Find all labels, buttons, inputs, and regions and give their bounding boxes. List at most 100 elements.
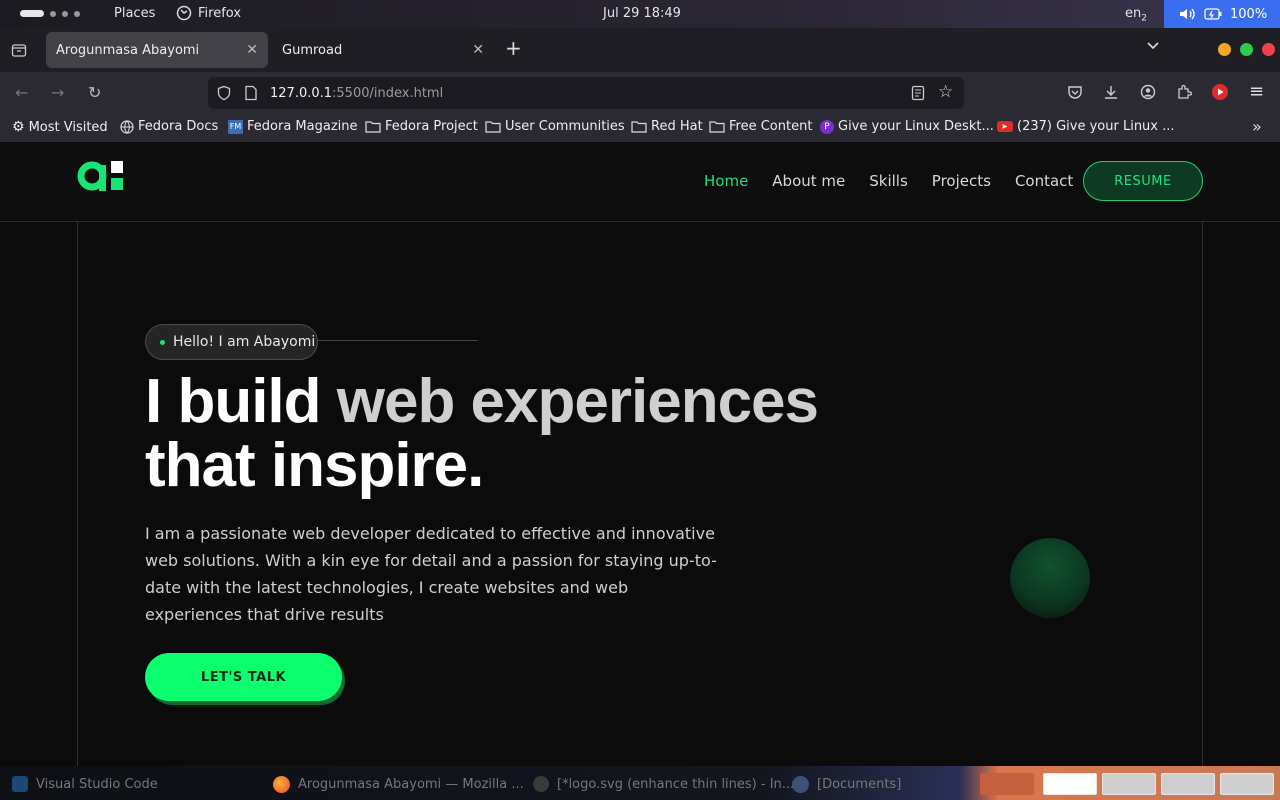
url-path: :5500/index.html (332, 85, 444, 101)
account-icon[interactable] (1140, 84, 1156, 100)
bookmark-free-content[interactable]: Free Content (709, 119, 812, 134)
folder-icon (365, 121, 381, 133)
taskbar-label: [Documents] (817, 777, 902, 792)
system-status-menu[interactable]: 100% (1164, 0, 1280, 28)
close-tab-icon[interactable]: ✕ (246, 42, 258, 58)
right-frame-line (1202, 222, 1203, 766)
folder-icon (485, 121, 501, 133)
bookmark-star-icon[interactable]: ☆ (938, 82, 953, 102)
resume-button[interactable]: RESUME (1083, 161, 1203, 201)
firefox-icon (273, 776, 290, 793)
folder-icon (631, 121, 647, 133)
bookmark-linux-desktop[interactable]: P Give your Linux Deskt... (820, 119, 994, 134)
workspace-dot (50, 10, 56, 17)
lets-talk-button[interactable]: LET'S TALK (145, 653, 342, 701)
site-logo[interactable] (77, 160, 125, 192)
back-icon[interactable]: ← (15, 83, 28, 102)
fm-icon: FM (228, 119, 243, 134)
left-frame-line (77, 222, 78, 766)
youtube-icon: ▶ (997, 121, 1013, 132)
activities-button[interactable] (20, 10, 80, 17)
close-tab-icon[interactable]: ✕ (472, 42, 484, 58)
decorative-green-orb (1010, 538, 1090, 618)
taskbar-item-inkscape[interactable]: [*logo.svg (enhance thin lines) - In... (533, 776, 794, 792)
battery-percent: 100% (1230, 6, 1268, 22)
tab-title: Arogunmasa Abayomi (56, 42, 200, 58)
navigation-toolbar: ← → ↻ 127.0.0.1:5500/index.html ☆ ≡ (0, 72, 1280, 114)
extensions-icon[interactable] (1176, 84, 1192, 100)
bookmark-label: Fedora Docs (138, 119, 219, 134)
workspace-3[interactable] (1102, 773, 1156, 795)
url-bar[interactable]: 127.0.0.1:5500/index.html ☆ (208, 77, 964, 109)
taskbar-label: [*logo.svg (enhance thin lines) - In... (557, 776, 795, 792)
workspace-1[interactable] (980, 773, 1034, 795)
workspace-dot (62, 10, 68, 17)
minimize-button[interactable] (1218, 43, 1231, 56)
taskbar-item-documents[interactable]: [Documents] (792, 776, 901, 793)
clock[interactable]: Jul 29 18:49 (603, 6, 681, 21)
vscode-icon (12, 776, 28, 792)
youtube-extension-icon[interactable] (1211, 83, 1229, 101)
hamburger-menu-icon[interactable]: ≡ (1249, 81, 1264, 102)
bookmark-most-visited[interactable]: ⚙ Most Visited (12, 119, 108, 135)
hello-badge: Hello! I am Abayomi (145, 324, 318, 360)
workspace-dot (74, 10, 80, 17)
places-menu[interactable]: Places (114, 6, 155, 21)
close-window-button[interactable] (1262, 43, 1275, 56)
keyboard-layout-indicator[interactable]: en2 (1125, 6, 1147, 24)
battery-icon (1204, 8, 1222, 20)
shield-icon[interactable] (216, 85, 232, 101)
workspace-4[interactable] (1161, 773, 1215, 795)
tab-arogunmasa[interactable]: Arogunmasa Abayomi ✕ (46, 32, 268, 68)
system-top-bar: Places Firefox Jul 29 18:49 en2 100% (0, 0, 1280, 28)
bookmark-label: (237) Give your Linux ... (1017, 119, 1175, 134)
new-tab-button[interactable]: + (505, 36, 522, 60)
nav-skills-link[interactable]: Skills (869, 172, 908, 190)
hero-heading-line-2: that inspire. (145, 431, 484, 500)
firefox-icon (176, 5, 192, 21)
app-menu-label: Firefox (198, 5, 242, 21)
bookmark-red-hat[interactable]: Red Hat (631, 119, 703, 134)
nav-projects-link[interactable]: Projects (932, 172, 991, 190)
url-host: 127.0.0.1 (270, 85, 333, 101)
nav-contact-link[interactable]: Contact (1015, 172, 1073, 190)
more-bookmarks-icon[interactable]: » (1252, 117, 1262, 136)
bookmark-label: Fedora Project (385, 119, 478, 134)
inkscape-icon (533, 776, 549, 792)
hello-text: Hello! I am Abayomi (173, 334, 316, 350)
reload-icon[interactable]: ↻ (88, 83, 101, 102)
workspace-2[interactable] (1043, 773, 1097, 795)
bookmark-user-communities[interactable]: User Communities (485, 119, 625, 134)
bookmarks-toolbar: ⚙ Most Visited Fedora Docs FM Fedora Mag… (0, 114, 1280, 142)
list-all-tabs-icon[interactable] (1146, 38, 1160, 52)
pocket-icon[interactable] (1067, 84, 1083, 100)
files-icon (792, 776, 809, 793)
maximize-button[interactable] (1240, 43, 1253, 56)
firefox-view-icon[interactable] (11, 42, 27, 58)
bookmark-fedora-project[interactable]: Fedora Project (365, 119, 478, 134)
hero-heading-part-1: I build (145, 367, 337, 436)
taskbar-label: Visual Studio Code (36, 776, 158, 792)
taskbar: Visual Studio Code Arogunmasa Abayomi — … (0, 766, 1280, 800)
forward-icon[interactable]: → (51, 83, 64, 102)
bookmark-label: Most Visited (28, 119, 108, 135)
bookmark-label: User Communities (505, 119, 625, 134)
site-nav: Home About me Skills Projects Contact (704, 172, 1073, 190)
bookmark-fedora-docs[interactable]: Fedora Docs (120, 119, 218, 134)
app-menu-firefox[interactable]: Firefox (176, 5, 241, 21)
bookmark-label: Give your Linux Deskt... (838, 119, 994, 134)
downloads-icon[interactable] (1103, 84, 1119, 100)
tab-strip: Arogunmasa Abayomi ✕ Gumroad ✕ + (0, 28, 1280, 72)
bookmark-fedora-magazine[interactable]: FM Fedora Magazine (228, 119, 358, 134)
purple-p-icon: P (820, 119, 834, 134)
tab-gumroad[interactable]: Gumroad ✕ (272, 32, 494, 68)
nav-about-link[interactable]: About me (772, 172, 845, 190)
taskbar-item-firefox[interactable]: Arogunmasa Abayomi — Mozilla ... (273, 776, 524, 793)
reader-view-icon[interactable] (911, 85, 925, 101)
bookmark-youtube[interactable]: ▶ (237) Give your Linux ... (997, 119, 1175, 134)
nav-home-link[interactable]: Home (704, 172, 748, 190)
page-icon[interactable] (244, 85, 258, 101)
workspace-5[interactable] (1220, 773, 1274, 795)
globe-icon (120, 119, 134, 134)
taskbar-item-vscode[interactable]: Visual Studio Code (12, 776, 158, 792)
